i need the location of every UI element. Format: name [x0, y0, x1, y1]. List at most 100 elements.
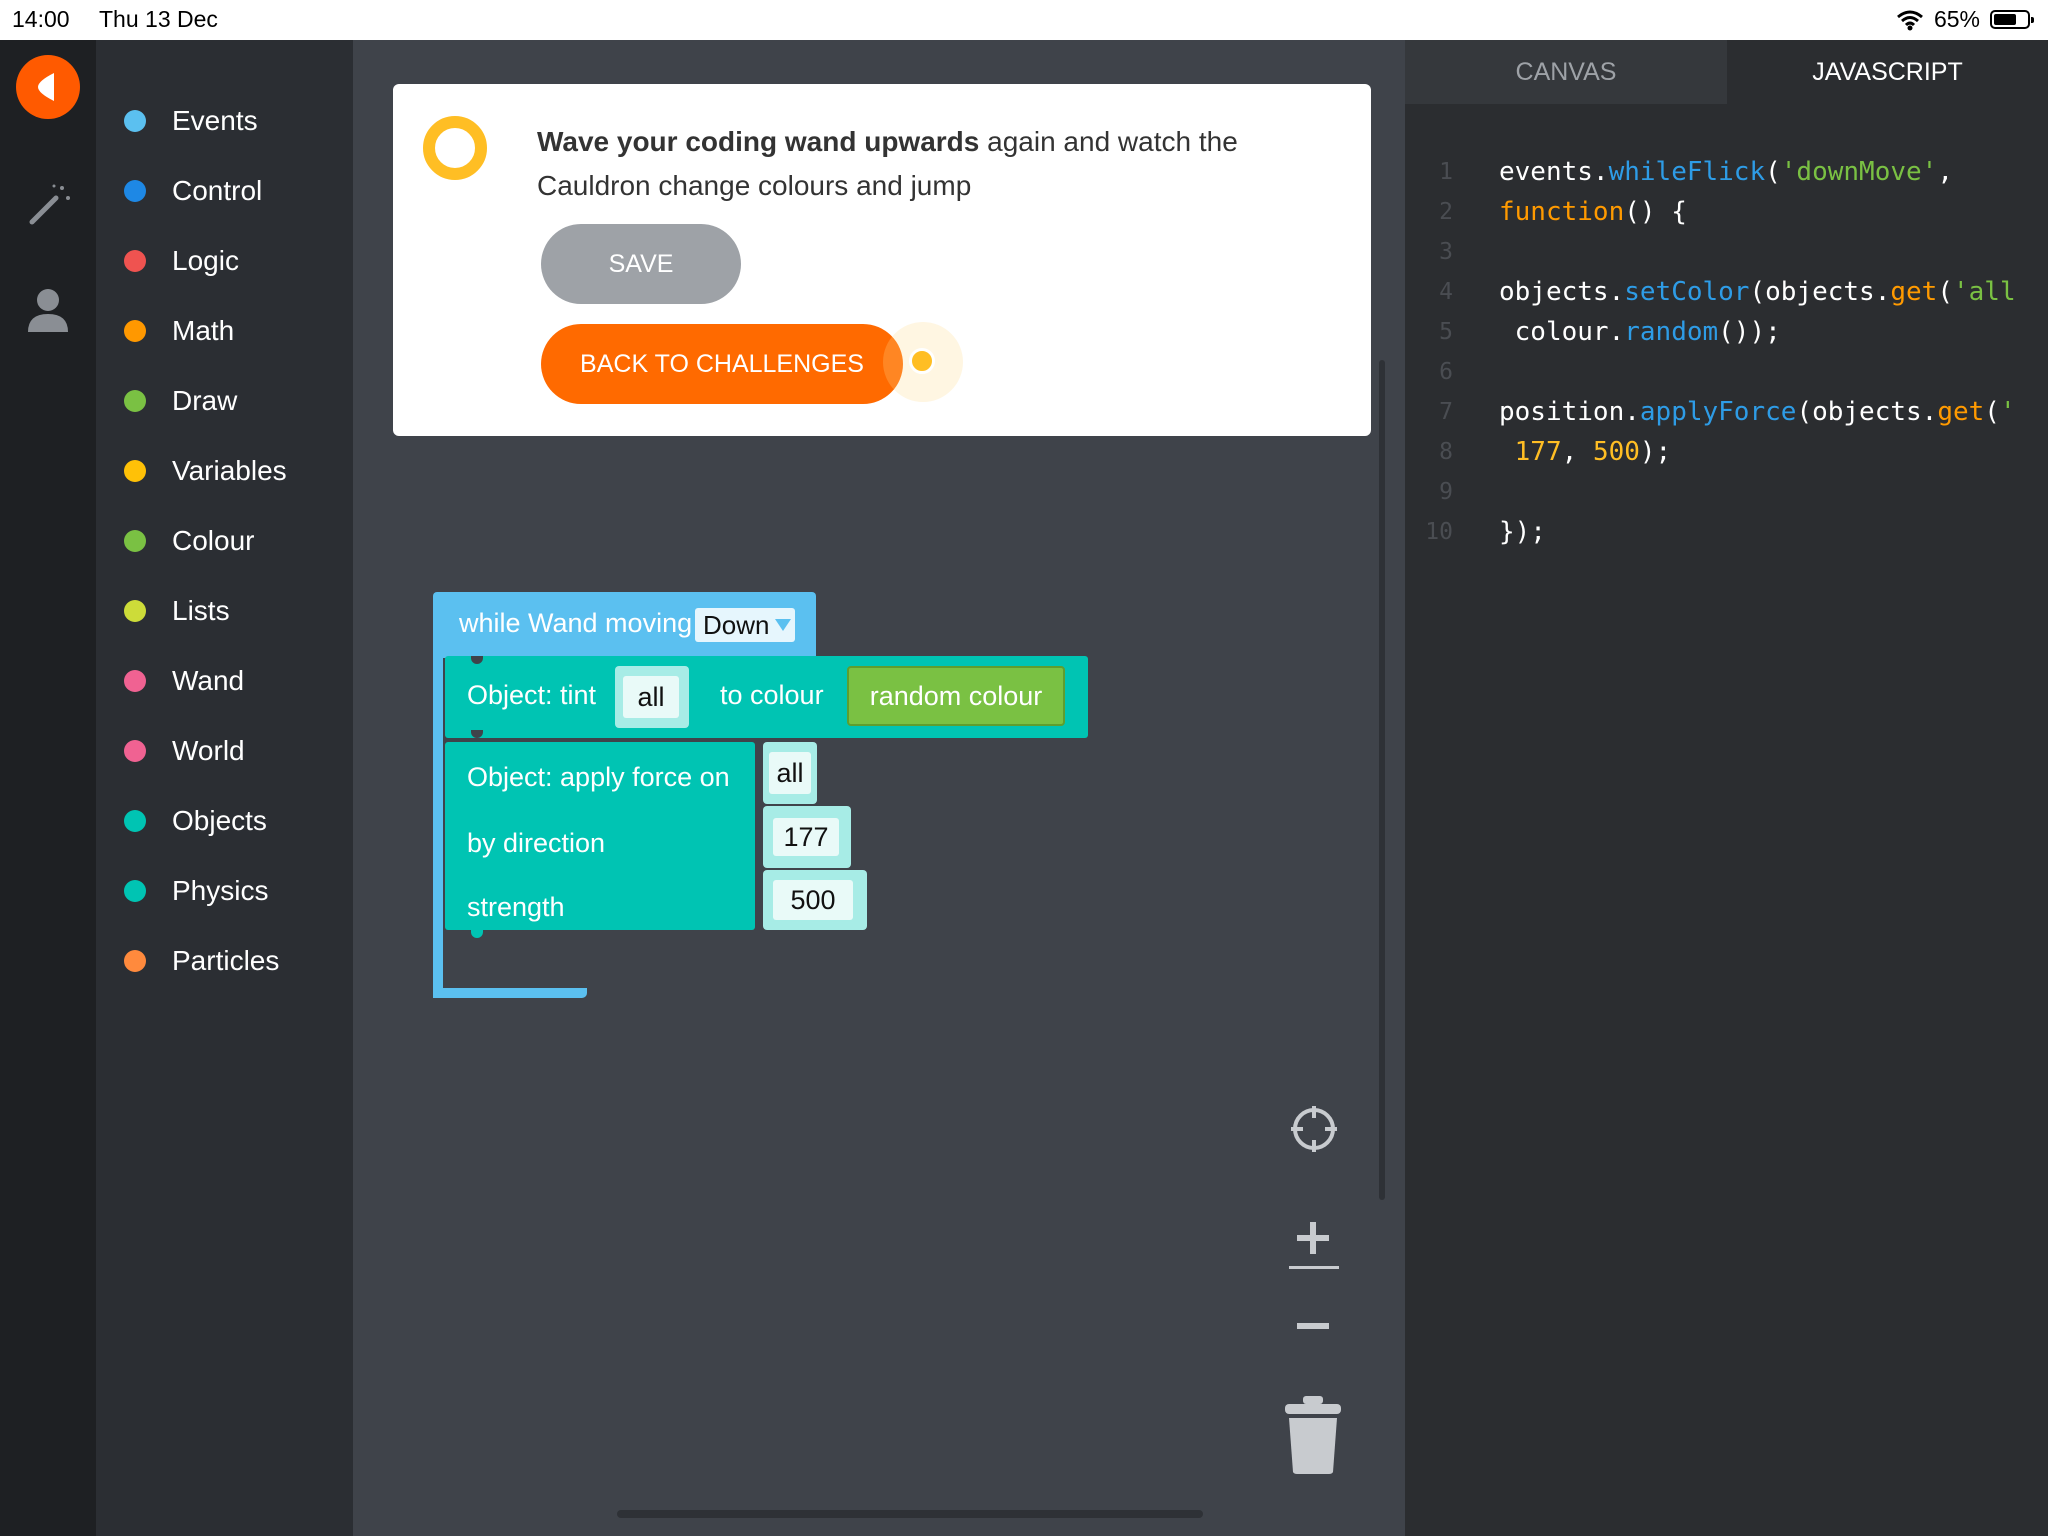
category-dot [124, 460, 146, 482]
force-target-value[interactable]: all [769, 752, 811, 794]
code-token: ( [1937, 277, 1953, 307]
back-to-challenges-button[interactable]: BACK TO CHALLENGES [541, 324, 903, 404]
code-token: applyForce [1639, 397, 1797, 427]
code-token: events. [1499, 157, 1609, 187]
category-wand[interactable]: Wand [124, 661, 244, 701]
direction-dropdown[interactable]: Down [695, 608, 796, 642]
category-label: Colour [172, 525, 255, 556]
code-token: get [1937, 397, 1985, 427]
category-label: Lists [172, 595, 230, 626]
category-label: Control [172, 175, 263, 206]
direction-value[interactable]: 177 [773, 818, 839, 856]
horizontal-scrollbar[interactable] [617, 1510, 1203, 1518]
zoom-divider [1289, 1266, 1339, 1269]
code-token: (objects. [1796, 397, 1938, 427]
tint-target-slot[interactable]: all [615, 666, 689, 728]
direction-dropdown-value: Down [703, 609, 770, 640]
category-objects[interactable]: Objects [124, 801, 267, 841]
code-token: ' [1999, 397, 2016, 427]
code-line: 3 [1405, 232, 1499, 272]
direction-label: by direction [467, 828, 606, 858]
tint-target-value[interactable]: all [623, 676, 679, 718]
code-token: }); [1499, 517, 1546, 547]
category-label: Math [172, 315, 235, 346]
category-logic[interactable]: Logic [124, 241, 239, 281]
category-events[interactable]: Events [124, 101, 258, 141]
left-rail [0, 40, 96, 1536]
code-token: 500 [1592, 437, 1640, 467]
code-token: () { [1624, 197, 1687, 227]
zoom-in-icon[interactable] [1293, 1218, 1333, 1258]
challenge-text-bold: Wave your coding wand upwards [537, 126, 980, 157]
random-colour-block[interactable]: random colour [847, 666, 1065, 726]
code-token: 177 [1514, 437, 1562, 467]
tint-to-label: to colour [720, 680, 824, 710]
line-number: 9 [1439, 479, 1453, 505]
category-physics[interactable]: Physics [124, 871, 268, 911]
strength-label: strength [467, 892, 565, 922]
object-tint-block[interactable]: Object: tint all to colour random colour [445, 656, 1088, 738]
category-dot [124, 390, 146, 412]
code-line: 8 177, 500); [1405, 432, 1671, 472]
user-icon[interactable] [22, 284, 74, 336]
category-draw[interactable]: Draw [124, 381, 237, 421]
code-token: 'downMove' [1780, 157, 1938, 187]
tab-javascript[interactable]: JAVASCRIPT [1727, 40, 2048, 104]
category-lists[interactable]: Lists [124, 591, 230, 631]
code-token: random [1624, 317, 1719, 347]
status-bar: 14:00 Thu 13 Dec 65% [0, 0, 2048, 40]
challenge-status-icon [423, 116, 487, 180]
trash-icon[interactable] [1283, 1394, 1343, 1476]
recenter-icon[interactable] [1289, 1104, 1339, 1154]
zoom-out-icon[interactable] [1293, 1316, 1333, 1336]
code-token: setColor [1624, 277, 1750, 307]
apply-force-block[interactable]: Object: apply force on by direction stre… [445, 742, 755, 930]
line-number: 4 [1439, 279, 1453, 305]
code-token: ); [1639, 437, 1672, 467]
strength-value-slot[interactable]: 500 [763, 870, 867, 930]
category-world[interactable]: World [124, 731, 245, 771]
category-label: Physics [172, 875, 269, 906]
category-dot [124, 600, 146, 622]
block-notch [471, 730, 483, 738]
app-logo[interactable] [16, 55, 80, 119]
hat-block-foot [433, 988, 587, 998]
save-button[interactable]: SAVE [541, 224, 741, 304]
category-variables[interactable]: Variables [124, 451, 287, 491]
code-token: (objects. [1749, 277, 1891, 307]
category-dot [124, 530, 146, 552]
direction-value-slot[interactable]: 177 [763, 806, 851, 868]
status-time: 14:00 [12, 6, 70, 32]
category-control[interactable]: Control [124, 171, 262, 211]
panel-tabs: CANVAS JAVASCRIPT [1405, 40, 2048, 104]
line-number: 10 [1425, 519, 1453, 545]
block-notch [471, 930, 483, 938]
line-number: 7 [1439, 399, 1453, 425]
category-dot [124, 180, 146, 202]
category-particles[interactable]: Particles [124, 941, 279, 981]
strength-value[interactable]: 500 [773, 880, 853, 920]
block-workspace[interactable]: Wave your coding wand upwards again and … [353, 40, 1405, 1536]
category-label: Variables [172, 455, 287, 486]
category-label: World [172, 735, 245, 766]
category-dot [124, 250, 146, 272]
code-panel: CANVAS JAVASCRIPT 1 events. whileFlick('do… [1405, 40, 2048, 1536]
category-label: Particles [172, 945, 280, 976]
code-line: 1 events. whileFlick('downMove', [1405, 152, 1953, 192]
while-wand-moving-block[interactable]: while Wand moving Down [433, 592, 816, 658]
code-line: 9 [1405, 472, 1499, 512]
category-dot [124, 950, 146, 972]
tab-canvas[interactable]: CANVAS [1405, 40, 1727, 104]
wand-icon[interactable] [22, 178, 74, 230]
vertical-scrollbar[interactable] [1379, 360, 1385, 1200]
category-label: Logic [172, 245, 239, 276]
code-token: , [1561, 437, 1593, 467]
category-math[interactable]: Math [124, 311, 234, 351]
force-target-slot[interactable]: all [763, 742, 817, 804]
tint-block-label: Object: tint [467, 680, 597, 710]
code-token: function [1499, 197, 1625, 227]
challenge-text: Wave your coding wand upwards again and … [537, 120, 1277, 208]
category-colour[interactable]: Colour [124, 521, 254, 561]
category-label: Draw [172, 385, 238, 416]
code-line: 5 colour. random ()); [1405, 312, 1781, 352]
